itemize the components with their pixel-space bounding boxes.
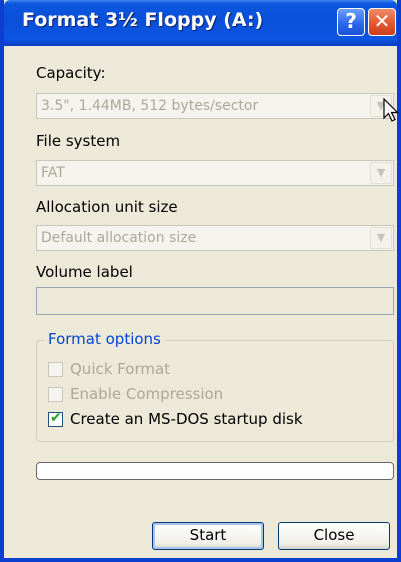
- allocation-select[interactable]: Default allocation size ▼: [36, 225, 394, 251]
- title-bar[interactable]: Format 3½ Floppy (A:) ? ✕: [4, 0, 397, 46]
- file-system-label: File system: [36, 132, 121, 150]
- format-dialog-window: Format 3½ Floppy (A:) ? ✕ Capacity: 3.5"…: [0, 0, 401, 562]
- help-button[interactable]: ?: [337, 8, 365, 36]
- format-progress-bar: [36, 462, 394, 480]
- format-options-legend: Format options: [44, 330, 165, 348]
- close-window-button[interactable]: ✕: [368, 8, 396, 36]
- capacity-select[interactable]: 3.5", 1.44MB, 512 bytes/sector ▼: [36, 93, 394, 119]
- capacity-value: 3.5", 1.44MB, 512 bytes/sector: [41, 98, 259, 114]
- volume-label-input[interactable]: [36, 287, 394, 315]
- help-icon: ?: [345, 9, 357, 33]
- enable-compression-checkbox[interactable]: [48, 387, 63, 402]
- file-system-select[interactable]: FAT ▼: [36, 160, 394, 186]
- checkmark-icon: ✔: [50, 410, 62, 426]
- window-title: Format 3½ Floppy (A:): [22, 9, 264, 31]
- mouse-pointer-icon: [383, 98, 399, 122]
- close-button[interactable]: Close: [278, 522, 390, 550]
- chevron-down-icon[interactable]: ▼: [370, 227, 392, 249]
- quick-format-label: Quick Format: [70, 360, 171, 378]
- allocation-value: Default allocation size: [41, 230, 197, 246]
- quick-format-checkbox[interactable]: [48, 362, 63, 377]
- msdos-startup-checkbox[interactable]: ✔: [48, 410, 63, 427]
- enable-compression-label: Enable Compression: [70, 385, 224, 403]
- start-button[interactable]: Start: [152, 522, 264, 550]
- msdos-startup-label: Create an MS-DOS startup disk: [70, 410, 303, 428]
- capacity-label: Capacity:: [36, 64, 106, 82]
- chevron-down-icon[interactable]: ▼: [370, 162, 392, 184]
- volume-label-label: Volume label: [36, 263, 133, 281]
- allocation-label: Allocation unit size: [36, 198, 178, 216]
- close-icon: ✕: [373, 9, 391, 33]
- file-system-value: FAT: [41, 165, 65, 181]
